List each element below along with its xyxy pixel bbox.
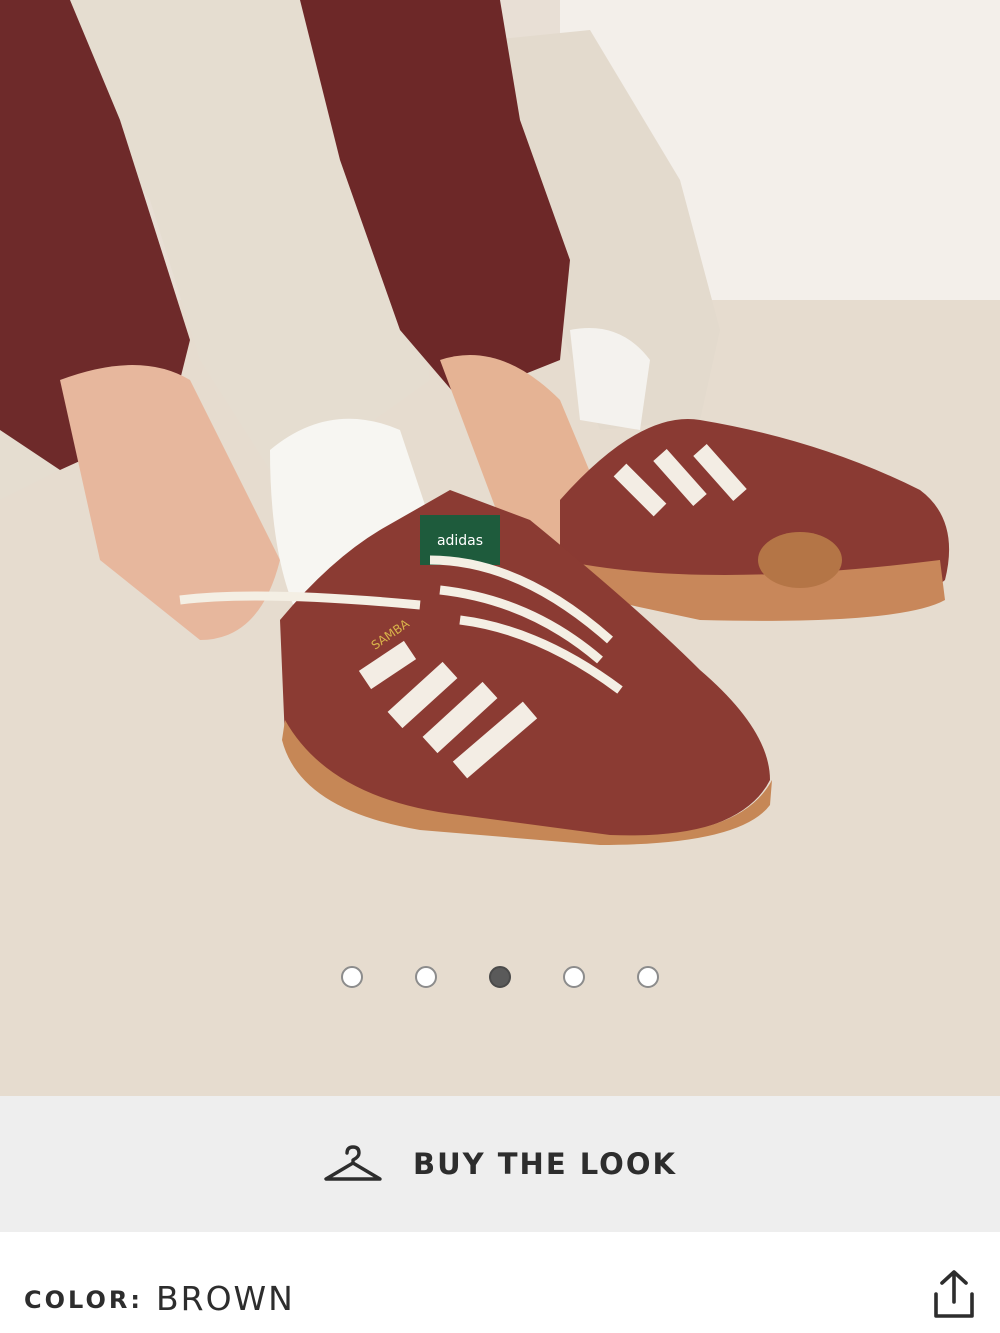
buy-the-look-label: BUY THE LOOK bbox=[413, 1147, 677, 1181]
hanger-icon bbox=[324, 1145, 382, 1181]
product-image-gallery[interactable]: adidas SAMBA bbox=[0, 0, 1000, 1096]
product-photo: adidas SAMBA bbox=[0, 0, 1000, 1096]
product-page: adidas SAMBA BUY THE LOOK COLOR: BROWN bbox=[0, 0, 1000, 1333]
color-selection-row: COLOR: BROWN bbox=[0, 1232, 1000, 1333]
gallery-dot-1[interactable] bbox=[341, 966, 363, 988]
gallery-dot-2[interactable] bbox=[415, 966, 437, 988]
gallery-dot-5[interactable] bbox=[637, 966, 659, 988]
shoe-brand-text: adidas bbox=[437, 533, 483, 549]
gallery-dot-3[interactable] bbox=[489, 966, 511, 988]
buy-the-look-button[interactable]: BUY THE LOOK bbox=[0, 1096, 1000, 1232]
gallery-dot-4[interactable] bbox=[563, 966, 585, 988]
color-value: BROWN bbox=[156, 1279, 295, 1318]
share-icon[interactable] bbox=[930, 1268, 978, 1320]
gallery-pagination bbox=[0, 966, 1000, 988]
color-label: COLOR: bbox=[24, 1286, 143, 1314]
